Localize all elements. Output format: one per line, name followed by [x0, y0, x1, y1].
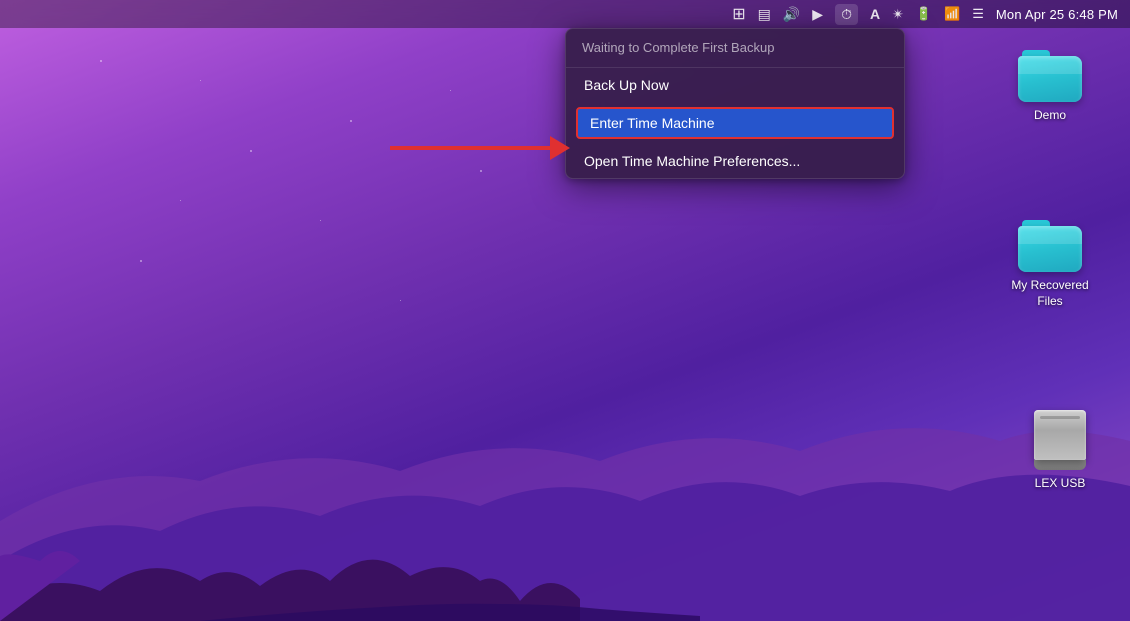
menubar: ⊞ ▤ 🔊 ▶ ⏱ A ✴ 🔋 📶 ☰ Mon Apr 25 6:48 PM: [0, 0, 1130, 28]
desktop: ⊞ ▤ 🔊 ▶ ⏱ A ✴ 🔋 📶 ☰ Mon Apr 25 6:48 PM W…: [0, 0, 1130, 621]
demo-folder-icon: [1018, 50, 1082, 102]
menu-item-back-up-now[interactable]: Back Up Now: [566, 68, 904, 102]
battery-icon[interactable]: 🔋: [916, 6, 932, 22]
play-icon[interactable]: ▶: [812, 6, 823, 23]
recovered-folder-label: My Recovered Files: [1011, 278, 1088, 309]
arrow-head: [550, 136, 570, 160]
control-center-icon[interactable]: ☰: [972, 6, 984, 22]
desktop-icon-lex-usb[interactable]: LEX USB: [1015, 410, 1105, 492]
bluetooth-icon[interactable]: ✴: [892, 6, 904, 23]
desktop-icon-recovered[interactable]: My Recovered Files: [1005, 220, 1095, 309]
arrow-shaft: [390, 146, 550, 150]
hdd-icon[interactable]: ▤: [758, 6, 771, 23]
lex-usb-label: LEX USB: [1035, 476, 1086, 492]
desktop-icon-demo[interactable]: Demo: [1005, 50, 1095, 124]
menu-item-enter-time-machine[interactable]: Enter Time Machine: [576, 107, 894, 139]
demo-folder-label: Demo: [1034, 108, 1066, 124]
grid-icon[interactable]: ⊞: [732, 4, 745, 24]
wifi-icon[interactable]: 📶: [944, 6, 960, 22]
lex-usb-icon: [1034, 410, 1086, 470]
menu-header-text: Waiting to Complete First Backup: [582, 40, 774, 55]
dropdown-menu: Waiting to Complete First Backup Back Up…: [565, 28, 905, 179]
menu-item-enter-time-machine-wrapper: Enter Time Machine: [566, 102, 904, 144]
recovered-folder-icon: [1018, 220, 1082, 272]
menubar-datetime: Mon Apr 25 6:48 PM: [996, 7, 1118, 22]
time-machine-icon[interactable]: ⏱: [835, 4, 858, 25]
volume-icon[interactable]: 🔊: [783, 6, 800, 23]
menu-header: Waiting to Complete First Backup: [566, 29, 904, 68]
arrow-indicator: [390, 136, 570, 160]
menu-item-open-preferences[interactable]: Open Time Machine Preferences...: [566, 144, 904, 178]
text-icon[interactable]: A: [870, 6, 880, 22]
